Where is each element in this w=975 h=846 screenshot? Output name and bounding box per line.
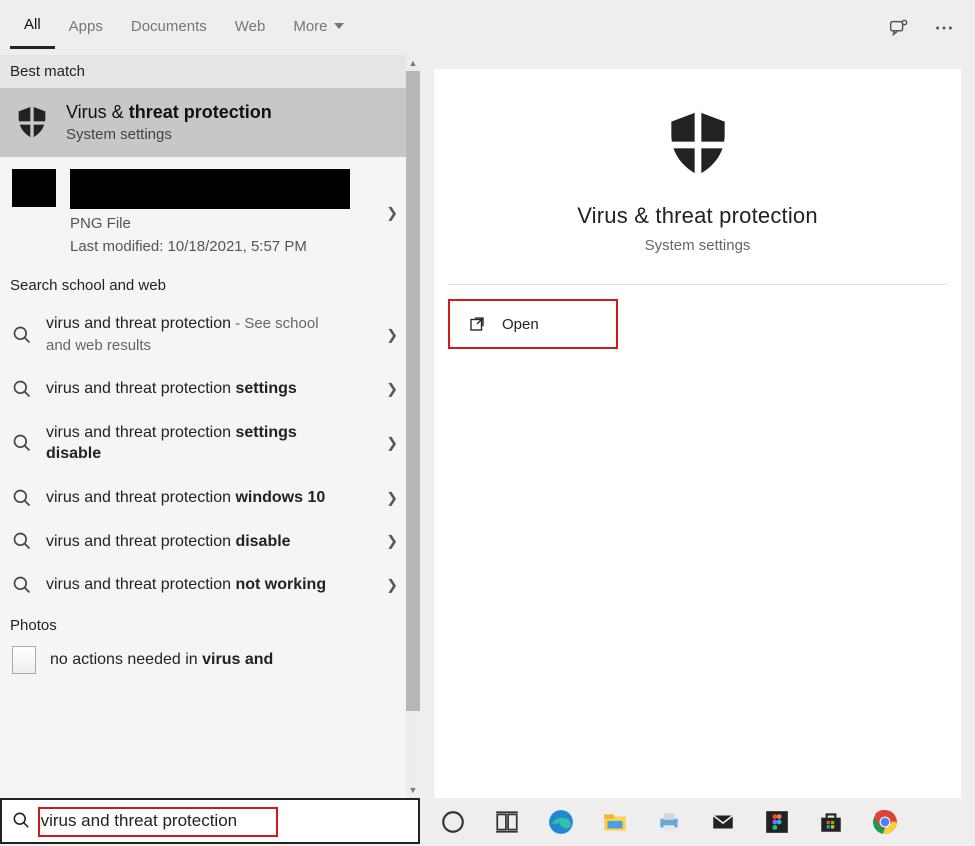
web-suggestion-text: virus and threat protection disable: [46, 531, 291, 553]
file-modified: Last modified: 10/18/2021, 5:57 PM: [70, 238, 350, 255]
chevron-down-icon: [334, 23, 344, 29]
search-bar[interactable]: [0, 798, 420, 844]
tab-more[interactable]: More: [279, 8, 357, 48]
redacted-file-icon: [12, 169, 56, 207]
web-suggestion-2[interactable]: virus and threat protection settings dis…: [0, 411, 420, 476]
results-panel: Best match Virus & threat protection Sys…: [0, 55, 420, 798]
figma-icon[interactable]: [764, 809, 790, 835]
best-match-header: Best match: [0, 55, 420, 88]
open-label: Open: [502, 316, 539, 333]
chevron-right-icon[interactable]: ❯: [386, 489, 398, 506]
search-icon: [12, 379, 32, 399]
web-suggestion-5[interactable]: virus and threat protection not working …: [0, 563, 420, 607]
chevron-right-icon[interactable]: ❯: [386, 205, 398, 222]
search-input[interactable]: [41, 811, 408, 831]
task-view-icon[interactable]: [494, 809, 520, 835]
search-icon: [12, 811, 31, 831]
file-type: PNG File: [70, 215, 350, 232]
chevron-right-icon[interactable]: ❯: [386, 533, 398, 550]
chrome-icon[interactable]: [872, 809, 898, 835]
preview-panel: Virus & threat protection System setting…: [434, 69, 961, 798]
preview-title: Virus & threat protection: [577, 203, 818, 229]
scroll-up-icon[interactable]: ▲: [406, 55, 420, 71]
scrollbar-thumb[interactable]: [406, 71, 420, 711]
best-match-title: Virus & threat protection: [66, 102, 272, 123]
web-suggestion-text: virus and threat protection settings dis…: [46, 422, 346, 465]
cortana-icon[interactable]: [440, 809, 466, 835]
photo-result-text: no actions needed in virus and: [50, 651, 273, 669]
scroll-down-icon[interactable]: ▼: [406, 782, 420, 798]
web-suggestion-text: virus and threat protection windows 10: [46, 487, 325, 509]
web-suggestion-3[interactable]: virus and threat protection windows 10 ❯: [0, 476, 420, 520]
web-suggestion-1[interactable]: virus and threat protection settings ❯: [0, 367, 420, 411]
web-suggestion-text: virus and threat protection - See school…: [46, 313, 346, 356]
best-match-subtitle: System settings: [66, 126, 272, 143]
search-icon: [12, 531, 32, 551]
best-match-title-prefix: Virus &: [66, 102, 129, 122]
open-action[interactable]: Open: [448, 299, 618, 349]
search-web-header: Search school and web: [0, 269, 420, 302]
tab-web[interactable]: Web: [221, 8, 280, 48]
tab-all[interactable]: All: [10, 6, 55, 49]
file-explorer-icon[interactable]: [602, 809, 628, 835]
edge-icon[interactable]: [548, 809, 574, 835]
chevron-right-icon[interactable]: ❯: [386, 380, 398, 397]
feedback-icon[interactable]: [887, 17, 909, 39]
open-icon: [468, 315, 486, 333]
web-suggestion-4[interactable]: virus and threat protection disable ❯: [0, 520, 420, 564]
tab-apps[interactable]: Apps: [55, 8, 117, 48]
web-suggestion-text: virus and threat protection settings: [46, 378, 297, 400]
results-scrollbar[interactable]: ▲ ▼: [406, 55, 420, 798]
search-icon: [12, 488, 32, 508]
tab-documents[interactable]: Documents: [117, 8, 221, 48]
best-match-title-bold: threat protection: [129, 102, 272, 122]
web-suggestion-0[interactable]: virus and threat protection - See school…: [0, 302, 420, 367]
redacted-file-name: [70, 169, 350, 209]
mail-icon[interactable]: [710, 809, 736, 835]
chevron-right-icon[interactable]: ❯: [386, 576, 398, 593]
more-options-icon[interactable]: [933, 17, 955, 39]
shield-icon: [658, 105, 738, 185]
file-result-item[interactable]: PNG File Last modified: 10/18/2021, 5:57…: [0, 157, 420, 269]
store-icon[interactable]: [818, 809, 844, 835]
search-icon: [12, 325, 32, 345]
shield-icon: [12, 103, 52, 143]
divider: [448, 284, 947, 285]
search-icon: [12, 433, 32, 453]
best-match-item[interactable]: Virus & threat protection System setting…: [0, 88, 420, 157]
chevron-right-icon[interactable]: ❯: [386, 435, 398, 452]
search-icon: [12, 575, 32, 595]
web-suggestion-text: virus and threat protection not working: [46, 574, 326, 596]
chevron-right-icon[interactable]: ❯: [386, 326, 398, 343]
printer-icon[interactable]: [656, 809, 682, 835]
taskbar: [420, 798, 975, 846]
photos-header: Photos: [0, 607, 420, 640]
preview-subtitle: System settings: [645, 237, 751, 254]
tab-more-label: More: [293, 18, 327, 35]
photo-result-item[interactable]: no actions needed in virus and: [0, 640, 420, 674]
search-header: All Apps Documents Web More: [0, 0, 975, 55]
photo-file-icon: [12, 646, 36, 674]
